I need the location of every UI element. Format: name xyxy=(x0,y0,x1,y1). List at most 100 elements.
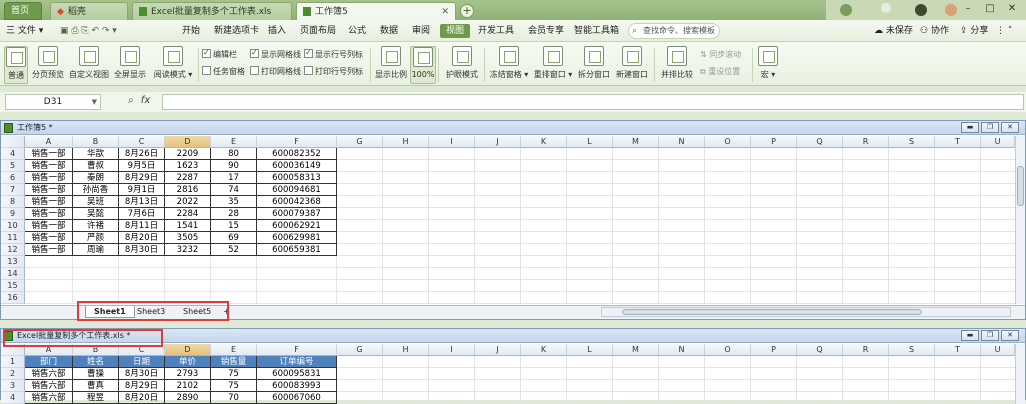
table-cell[interactable]: 8月26日 xyxy=(119,148,165,160)
table-cell[interactable]: 600042368 xyxy=(257,196,337,208)
table-cell[interactable] xyxy=(211,280,257,292)
table-header-cell[interactable]: 销售量 xyxy=(211,356,257,368)
table-cell[interactable] xyxy=(257,268,337,280)
table-cell[interactable]: 600083993 xyxy=(257,380,337,392)
table-cell[interactable] xyxy=(211,268,257,280)
new-window-button[interactable]: 新建窗口 xyxy=(614,46,650,84)
row-header-4[interactable]: 4 xyxy=(1,148,25,160)
table-cell[interactable]: 35 xyxy=(211,196,257,208)
table-cell[interactable]: 销售一部 xyxy=(25,208,73,220)
menu-page-layout[interactable]: 页面布局 xyxy=(300,24,336,38)
table-cell[interactable]: 曹操 xyxy=(73,368,119,380)
column-header-g[interactable]: G xyxy=(337,136,383,148)
table-cell[interactable] xyxy=(165,256,211,268)
spreadsheet-grid[interactable]: A B C D E F G H I J K L M N O P Q R S T U 1 部门 姓名 日期 单价 销售量 订单编号 2 销售… xyxy=(1,344,1015,404)
column-header-n[interactable]: N xyxy=(659,136,705,148)
menu-developer[interactable]: 开发工具 xyxy=(478,24,514,38)
table-cell[interactable]: 销售一部 xyxy=(25,160,73,172)
table-cell[interactable]: 600629981 xyxy=(257,232,337,244)
command-search[interactable]: ⌕ 查找命令、搜索模板 xyxy=(628,23,720,39)
horizontal-scrollbar[interactable] xyxy=(601,307,1011,317)
name-box[interactable]: D31 ▼ xyxy=(5,94,101,110)
table-cell[interactable]: 7月6日 xyxy=(119,208,165,220)
table-header-cell[interactable]: 部门 xyxy=(25,356,73,368)
table-cell[interactable]: 8月13日 xyxy=(119,196,165,208)
page-break-button[interactable]: 分页预览 xyxy=(30,46,66,84)
table-cell[interactable]: 2209 xyxy=(165,148,211,160)
vertical-scrollbar[interactable] xyxy=(1015,344,1025,404)
table-cell[interactable] xyxy=(119,256,165,268)
zoom-button[interactable]: 显示比例 xyxy=(374,46,408,84)
column-header-c[interactable]: C xyxy=(119,136,165,148)
table-cell[interactable] xyxy=(73,256,119,268)
table-cell[interactable]: 600079387 xyxy=(257,208,337,220)
column-header-u[interactable]: U xyxy=(981,344,1015,356)
table-cell[interactable]: 2022 xyxy=(165,196,211,208)
table-cell[interactable]: 销售六部 xyxy=(25,368,73,380)
table-cell[interactable]: 严颜 xyxy=(73,232,119,244)
table-cell[interactable]: 秦朗 xyxy=(73,172,119,184)
row-header-4[interactable]: 4 xyxy=(1,392,25,404)
table-cell[interactable]: 吴懿 xyxy=(73,208,119,220)
fx-icon[interactable]: fx xyxy=(141,95,150,106)
quick-access-icons[interactable]: ▣ ⎙ ⎘ ↶ ↷ ▾ xyxy=(60,24,117,38)
table-cell[interactable] xyxy=(73,268,119,280)
table-cell[interactable]: 2284 xyxy=(165,208,211,220)
tab-workbook5[interactable]: 工作簿5 ✕ xyxy=(296,2,456,20)
more-icon[interactable]: ⋮ ˄ xyxy=(996,24,1012,38)
table-cell[interactable] xyxy=(25,280,73,292)
column-header-d[interactable]: D xyxy=(165,344,211,356)
table-cell[interactable] xyxy=(257,292,337,304)
table-cell[interactable] xyxy=(211,256,257,268)
table-header-cell[interactable]: 订单编号 xyxy=(257,356,337,368)
column-header-p[interactable]: P xyxy=(751,136,797,148)
row-header-15[interactable]: 15 xyxy=(1,280,25,292)
column-header-i[interactable]: I xyxy=(429,136,475,148)
table-cell[interactable]: 3505 xyxy=(165,232,211,244)
table-cell[interactable]: 销售一部 xyxy=(25,148,73,160)
menu-formula[interactable]: 公式 xyxy=(348,24,366,38)
scroll-thumb[interactable] xyxy=(1017,166,1024,206)
table-cell[interactable]: 2793 xyxy=(165,368,211,380)
reset-position-button[interactable]: ⧉ 重设位置 xyxy=(700,66,740,78)
table-cell[interactable]: 3232 xyxy=(165,244,211,256)
table-cell[interactable] xyxy=(119,268,165,280)
column-header-j[interactable]: J xyxy=(475,136,521,148)
macro-button[interactable]: 宏 ▾ xyxy=(756,46,780,84)
table-cell[interactable]: 销售一部 xyxy=(25,232,73,244)
restore-icon[interactable]: ❐ xyxy=(981,330,999,341)
column-header-q[interactable]: Q xyxy=(797,136,843,148)
menu-smart-tools[interactable]: 智能工具箱 xyxy=(574,24,619,38)
column-header-t[interactable]: T xyxy=(935,344,981,356)
table-cell[interactable]: 孙尚香 xyxy=(73,184,119,196)
table-cell[interactable]: 69 xyxy=(211,232,257,244)
table-header-cell[interactable]: 单价 xyxy=(165,356,211,368)
column-header-o[interactable]: O xyxy=(705,344,751,356)
column-header-f[interactable]: F xyxy=(257,136,337,148)
arrange-windows-button[interactable]: 重排窗口 ▾ xyxy=(532,46,574,84)
collab-button[interactable]: ⚇ 协作 xyxy=(920,24,949,38)
close-icon[interactable]: ✕ xyxy=(441,3,449,21)
table-cell[interactable]: 程昱 xyxy=(73,392,119,404)
table-cell[interactable]: 华歆 xyxy=(73,148,119,160)
column-header-t[interactable]: T xyxy=(935,136,981,148)
table-cell[interactable]: 销售一部 xyxy=(25,196,73,208)
row-header-5[interactable]: 5 xyxy=(1,160,25,172)
column-header-m[interactable]: M xyxy=(613,136,659,148)
print-grid-checkbox[interactable]: 打印网格线 xyxy=(250,66,301,78)
restore-icon[interactable]: ❐ xyxy=(981,122,999,133)
table-cell[interactable]: 75 xyxy=(211,368,257,380)
maximize-icon[interactable]: □ xyxy=(982,2,998,16)
column-header-s[interactable]: S xyxy=(889,344,935,356)
minimize-icon[interactable]: ▬ xyxy=(961,330,979,341)
file-menu[interactable]: 三 文件 ▾ xyxy=(6,24,43,38)
table-cell[interactable]: 600058313 xyxy=(257,172,337,184)
table-cell[interactable]: 8月20日 xyxy=(119,392,165,404)
column-header-b[interactable]: B xyxy=(73,136,119,148)
freeze-panes-button[interactable]: 冻结窗格 ▾ xyxy=(488,46,530,84)
table-cell[interactable]: 2890 xyxy=(165,392,211,404)
row-header-11[interactable]: 11 xyxy=(1,232,25,244)
column-header-o[interactable]: O xyxy=(705,136,751,148)
table-cell[interactable]: 600036149 xyxy=(257,160,337,172)
column-header-u[interactable]: U xyxy=(981,136,1015,148)
